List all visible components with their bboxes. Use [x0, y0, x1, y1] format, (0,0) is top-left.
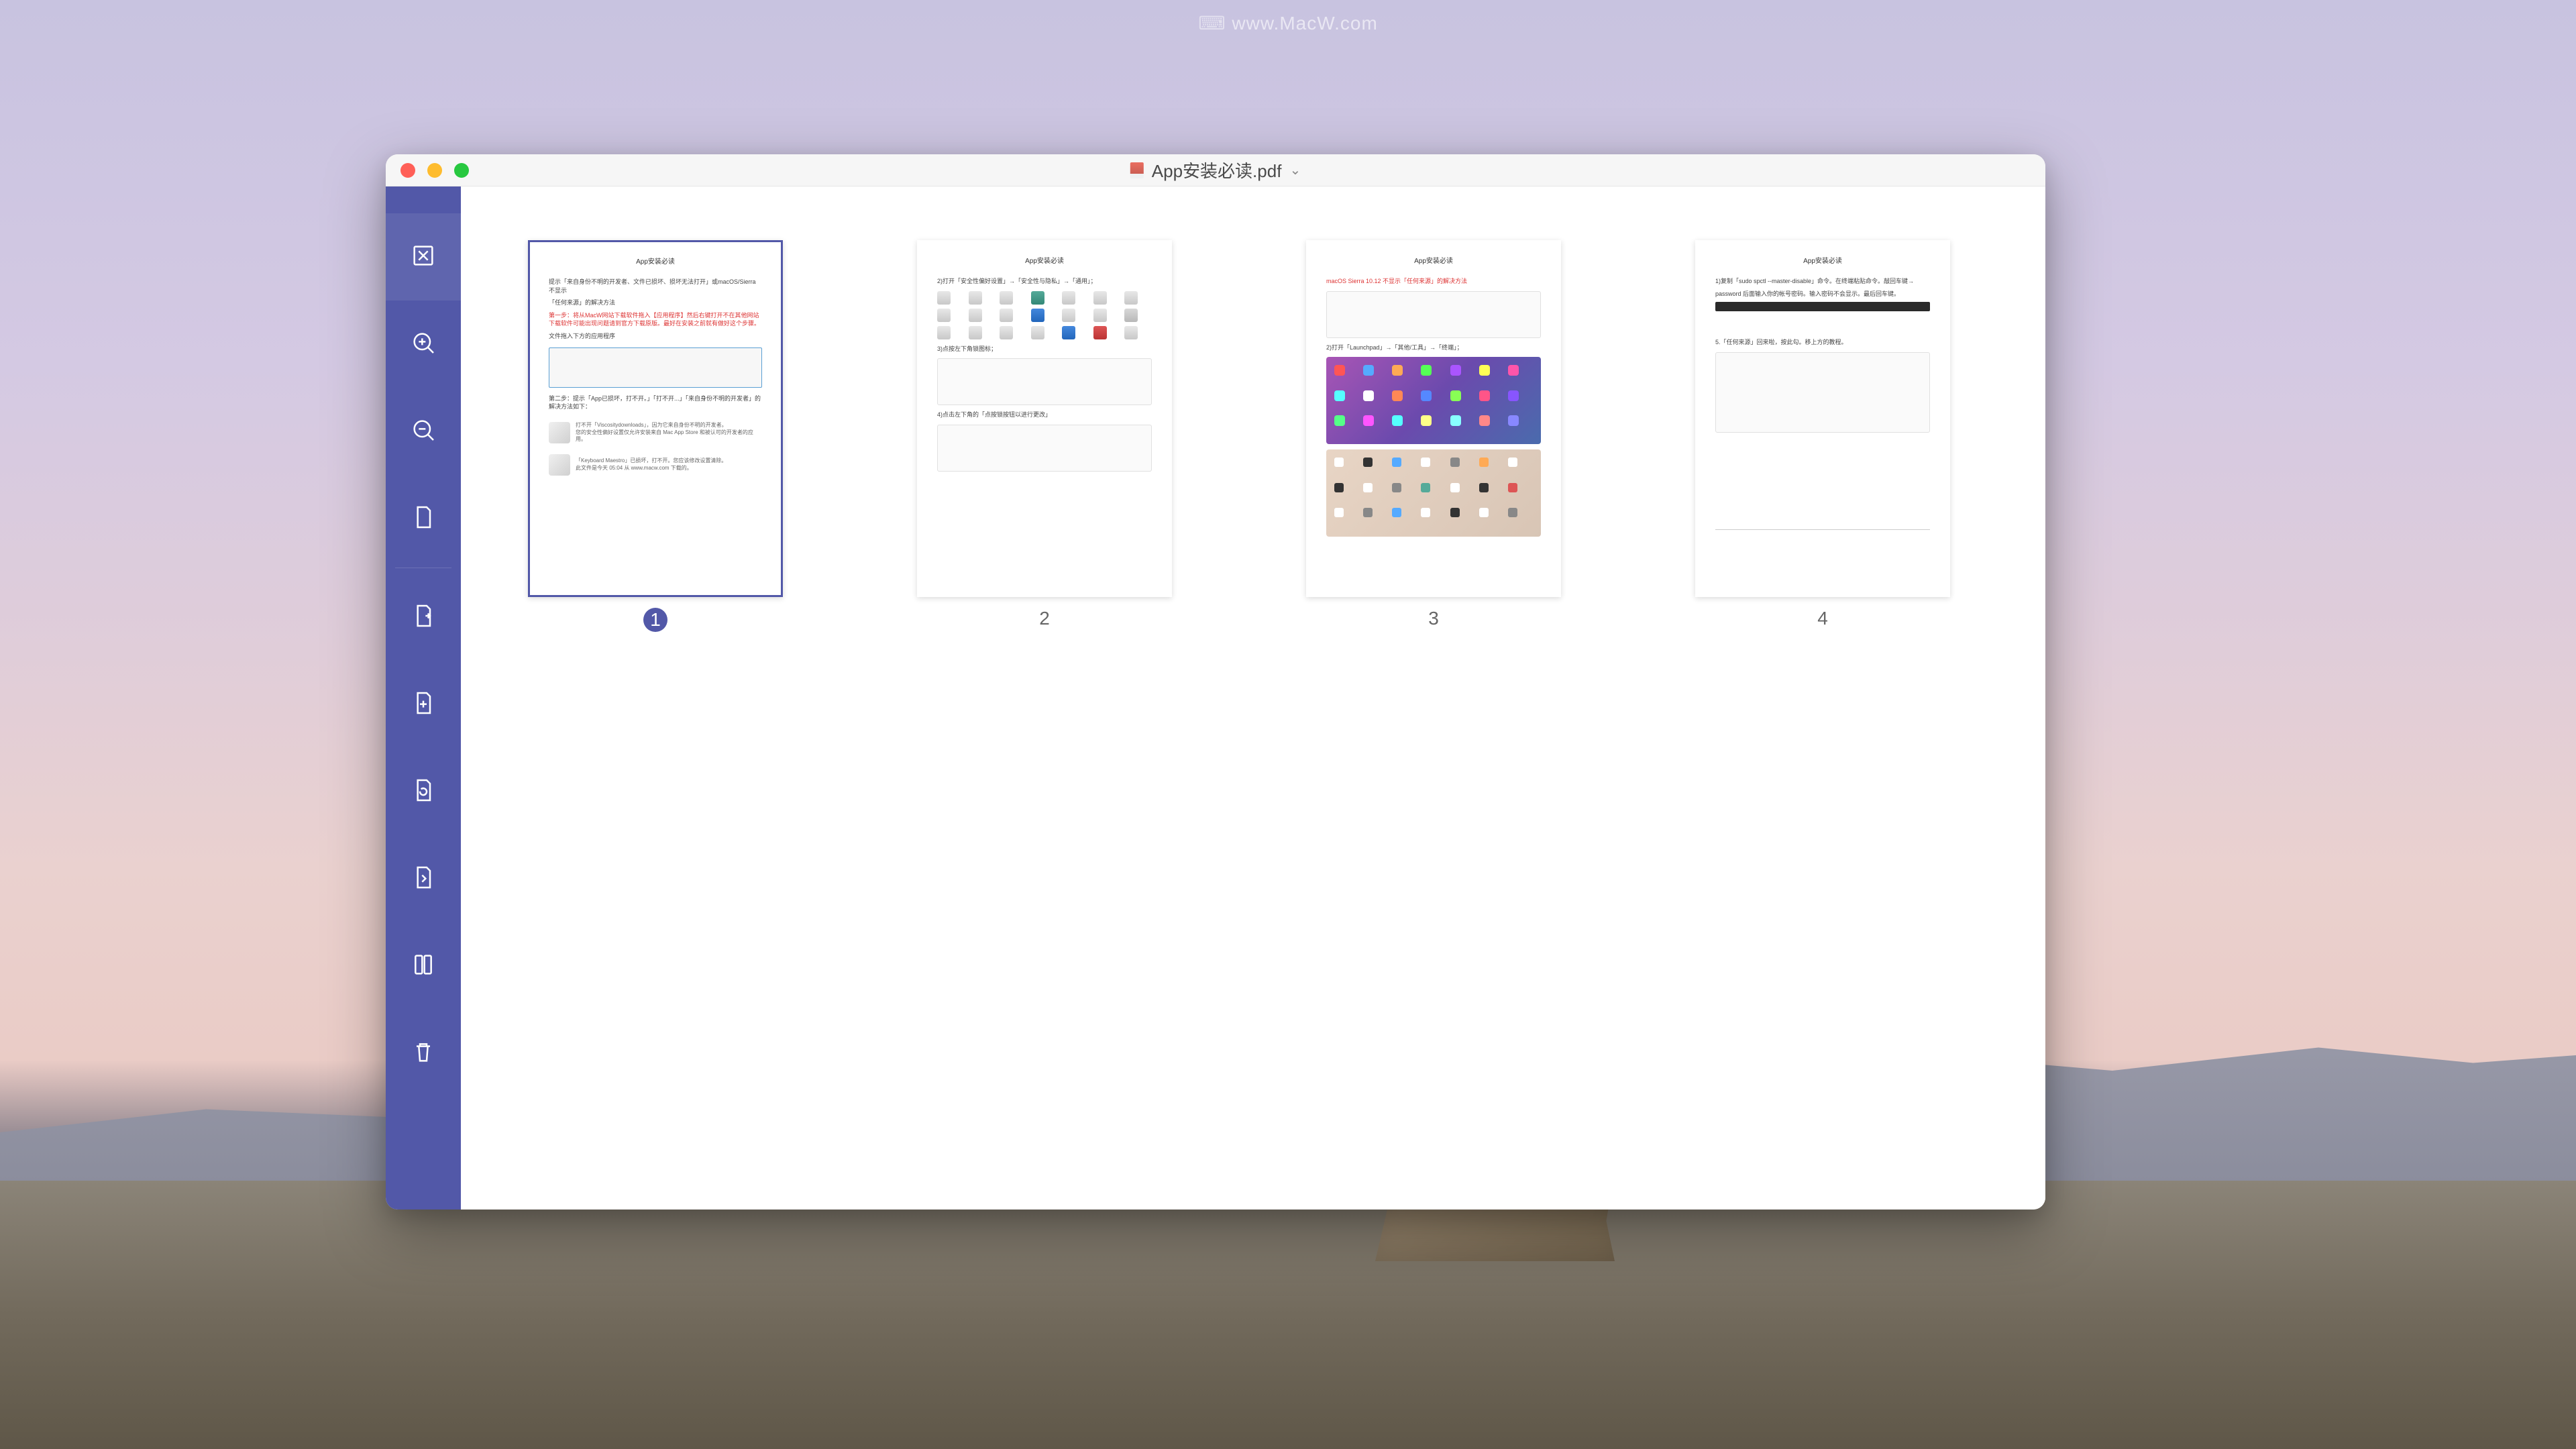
mini-divider: [1715, 529, 1930, 530]
thumbnail-grid: App安装必读 提示「来自身份不明的开发者、文件已损坏、损坏无法打开」或macO…: [528, 240, 1978, 632]
sidebar-page-rotate[interactable]: [386, 835, 461, 922]
window-body: App安装必读 提示「来自身份不明的开发者、文件已损坏、损坏无法打开」或macO…: [386, 186, 2045, 1210]
sidebar-page-insert[interactable]: [386, 661, 461, 748]
page-insert-icon: [410, 690, 437, 720]
maximize-button[interactable]: [454, 163, 469, 178]
window-title: App安装必读.pdf: [1152, 158, 1282, 182]
page-number-label[interactable]: 3: [1428, 608, 1439, 629]
contact-sheet-icon: [410, 242, 437, 272]
mini-dialog-text: 「Keyboard Maestro」已损坏，打不开。您应该修改设置清除。 此文件…: [576, 458, 762, 472]
content-area[interactable]: App安装必读 提示「来自身份不明的开发者、文件已损坏、损坏无法打开」或macO…: [461, 186, 2045, 1210]
mini-page-header: App安装必读: [937, 255, 1152, 265]
ground-plane: [0, 1181, 2576, 1449]
thumbnail-item-1: App安装必读 提示「来自身份不明的开发者、文件已损坏、损坏无法打开」或macO…: [528, 240, 783, 632]
mini-text: 文件拖入下方的应用程序: [549, 332, 762, 341]
mini-page-header: App安装必读: [549, 256, 762, 266]
mini-app-icon: [549, 422, 570, 443]
close-button[interactable]: [400, 163, 415, 178]
sidebar-contact-sheet[interactable]: [386, 213, 461, 301]
mini-launchpad-other: [1326, 449, 1541, 537]
mini-launchpad: [1326, 357, 1541, 444]
page-thumbnail-3[interactable]: App安装必读 macOS Sierra 10.12 不显示「任何来源」的解决方…: [1306, 240, 1561, 597]
title-center[interactable]: App安装必读.pdf ⌄: [1130, 158, 1301, 182]
mini-text: 「任何来源」的解决方法: [549, 299, 762, 307]
page-number-label[interactable]: 4: [1817, 608, 1828, 629]
mini-dialog-text: 打不开「Viscositydownloads」，因为它来自身份不明的开发者。 您…: [576, 422, 762, 443]
sidebar-delete[interactable]: [386, 1010, 461, 1097]
sidebar-page-split[interactable]: [386, 922, 461, 1010]
mini-page-header: App安装必读: [1326, 255, 1541, 265]
traffic-lights: [386, 163, 469, 178]
page-thumbnail-1[interactable]: App安装必读 提示「来自身份不明的开发者、文件已损坏、损坏无法打开」或macO…: [528, 240, 783, 597]
page-number-label[interactable]: 1: [643, 608, 667, 632]
mini-security-panel: [1326, 291, 1541, 338]
mini-text: macOS Sierra 10.12 不显示「任何来源」的解决方法: [1326, 277, 1541, 286]
mini-terminal: [1715, 302, 1930, 311]
mini-syspref-grid: [937, 291, 1152, 339]
zoom-out-icon: [410, 417, 437, 447]
mini-text: 第二步：提示「App已损坏，打不开。」「打不开...」「来自身份不明的开发者」的…: [549, 394, 762, 411]
page-split-icon: [410, 951, 437, 981]
mini-dialog-row: 「Keyboard Maestro」已损坏，打不开。您应该修改设置清除。 此文件…: [549, 454, 762, 476]
mini-text: 4)点击左下角的「点按锁按钮以进行更改」: [937, 411, 1152, 419]
sidebar-page-extract[interactable]: [386, 574, 461, 661]
thumbnail-item-4: App安装必读 1)复制「sudo spctl --master-disable…: [1695, 240, 1950, 629]
page-extract-icon: [410, 602, 437, 633]
mini-text: 5.「任何来源」回来啦，按此勾。移上方的教程。: [1715, 338, 1930, 347]
page-thumbnail-4[interactable]: App安装必读 1)复制「sudo spctl --master-disable…: [1695, 240, 1950, 597]
mini-security-panel: [1715, 352, 1930, 433]
mini-text: 3)点按左下角锁图标；: [937, 345, 1152, 354]
mini-page-header: App安装必读: [1715, 255, 1930, 265]
sidebar-page-replace[interactable]: [386, 748, 461, 835]
page-rotate-icon: [410, 864, 437, 894]
zoom-in-icon: [410, 329, 437, 360]
sidebar-page-blank[interactable]: [386, 475, 461, 562]
watermark: www.MacW.com: [1198, 12, 1378, 34]
app-window: App安装必读.pdf ⌄: [386, 154, 2045, 1210]
thumbnail-item-3: App安装必读 macOS Sierra 10.12 不显示「任何来源」的解决方…: [1306, 240, 1561, 629]
mini-dialog-row: 打不开「Viscositydownloads」，因为它来自身份不明的开发者。 您…: [549, 422, 762, 443]
thumbnail-item-2: App安装必读 2)打开「安全性偏好设置」→「安全性与隐私」→「通用」； 3)点…: [917, 240, 1172, 629]
mini-text: 2)打开「Launchpad」→「其他/工具」→「终端」；: [1326, 343, 1541, 352]
sidebar-zoom-in[interactable]: [386, 301, 461, 388]
page-blank-icon: [410, 504, 437, 534]
minimize-button[interactable]: [427, 163, 442, 178]
page-replace-icon: [410, 777, 437, 807]
mini-text: 2)打开「安全性偏好设置」→「安全性与隐私」→「通用」；: [937, 277, 1152, 286]
page-number-label[interactable]: 2: [1039, 608, 1050, 629]
page-thumbnail-2[interactable]: App安装必读 2)打开「安全性偏好设置」→「安全性与隐私」→「通用」； 3)点…: [917, 240, 1172, 597]
sidebar-zoom-out[interactable]: [386, 388, 461, 475]
delete-icon: [410, 1038, 437, 1069]
mini-dialog-box: [549, 347, 762, 388]
mini-text: 1)复制「sudo spctl --master-disable」命令。在终端粘…: [1715, 277, 1930, 286]
mini-text: 第一步：将从MacW网站下载软件拖入【应用程序】然后右键打开不在其他网站下载软件…: [549, 311, 762, 328]
mini-security-panel: [937, 358, 1152, 405]
mini-text: 提示「来自身份不明的开发者、文件已损坏、损坏无法打开」或macOS/Sierra…: [549, 278, 762, 294]
titlebar[interactable]: App安装必读.pdf ⌄: [386, 154, 2045, 186]
mini-app-icon: [549, 454, 570, 476]
pdf-icon: [1130, 162, 1144, 178]
mini-security-panel: [937, 425, 1152, 472]
sidebar: [386, 186, 461, 1210]
chevron-down-icon[interactable]: ⌄: [1289, 162, 1301, 178]
mini-text: password 后面输入你的帐号密码。输入密码不会显示。最后回车键。: [1715, 290, 1930, 299]
